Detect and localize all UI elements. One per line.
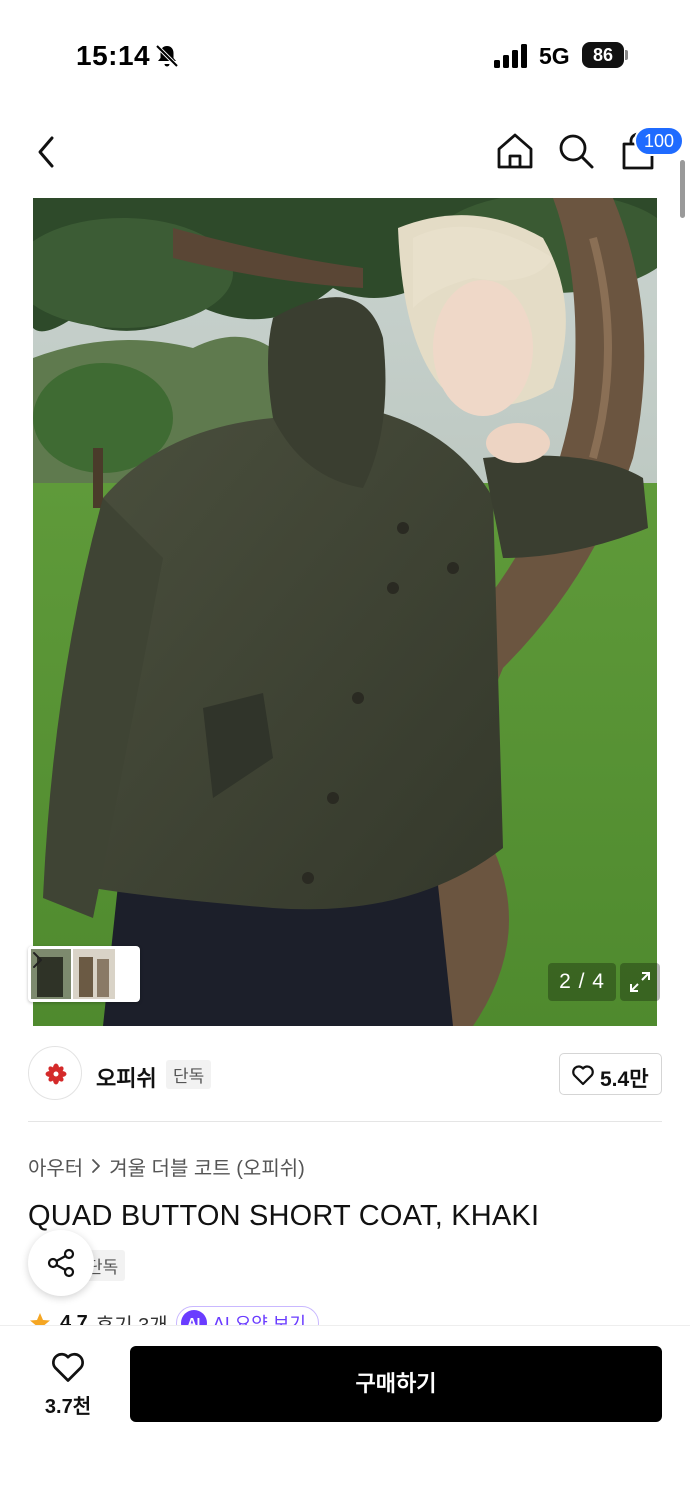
heart-icon: [572, 1065, 594, 1086]
image-page-counter: 2 / 4: [548, 963, 616, 1001]
brand-flower-icon: [45, 1063, 67, 1085]
wishlist-button[interactable]: 3.7천: [28, 1348, 108, 1428]
heart-icon: [52, 1352, 84, 1382]
ai-badge: AI: [180, 1310, 207, 1326]
network-label: 5G: [539, 43, 570, 69]
brand-row: 오피쉬 단독 5.4만: [0, 1044, 690, 1104]
expand-button[interactable]: [620, 963, 660, 1001]
battery-icon: 86: [582, 42, 628, 68]
scroll-indicator[interactable]: [680, 160, 685, 218]
divider: [28, 1121, 662, 1122]
status-bar: 15:14 5G 86: [0, 0, 690, 110]
bell-muted-icon: [155, 44, 179, 68]
brand-name[interactable]: 오피쉬: [96, 1061, 157, 1093]
cart-count-badge: 100: [634, 126, 685, 156]
brand-like-count: 5.4만: [600, 1068, 649, 1091]
bottom-action-bar: 3.7천 구매하기: [0, 1325, 690, 1500]
brand-exclusive-tag: 단독: [166, 1060, 212, 1089]
brand-logo[interactable]: [28, 1046, 82, 1100]
back-icon[interactable]: [30, 132, 66, 172]
status-time: 15:14: [76, 40, 151, 71]
ai-summary-label: AI 요약 보기: [212, 1314, 306, 1326]
top-nav-bar: 100: [0, 120, 690, 190]
breadcrumb-collection[interactable]: 겨울 더블 코트 (오피쉬): [109, 1152, 305, 1181]
ai-summary-button[interactable]: AI AI 요약 보기: [175, 1306, 319, 1326]
search-icon[interactable]: [555, 130, 597, 172]
home-icon[interactable]: [494, 130, 536, 172]
brand-like-button[interactable]: 5.4만: [559, 1053, 662, 1095]
share-icon: [47, 1248, 75, 1278]
signal-icon: [494, 44, 527, 68]
chevron-right-icon: [33, 952, 42, 968]
battery-level: 86: [582, 42, 624, 68]
wishlist-count: 3.7천: [44, 1396, 92, 1418]
product-title: QUAD BUTTON SHORT COAT, KHAKI: [28, 1200, 540, 1232]
share-button[interactable]: [28, 1230, 94, 1296]
thumbnail-strip[interactable]: [28, 946, 140, 1002]
expand-icon: [630, 972, 650, 992]
rating-row: 4.7 후기 3개 AI AI 요약 보기: [28, 1306, 662, 1326]
battery-tip: [625, 50, 628, 60]
breadcrumb-category[interactable]: 아우터: [28, 1152, 83, 1181]
product-image-gallery[interactable]: [33, 198, 657, 1026]
buy-button[interactable]: 구매하기: [130, 1346, 662, 1422]
product-photo: [33, 198, 657, 1026]
review-count[interactable]: 후기 3개: [96, 1309, 168, 1327]
breadcrumb: 아우터 겨울 더블 코트 (오피쉬): [28, 1152, 305, 1180]
rating-value: 4.7: [60, 1311, 88, 1327]
star-icon: [30, 1313, 50, 1326]
chevron-right-icon: [92, 1159, 101, 1173]
